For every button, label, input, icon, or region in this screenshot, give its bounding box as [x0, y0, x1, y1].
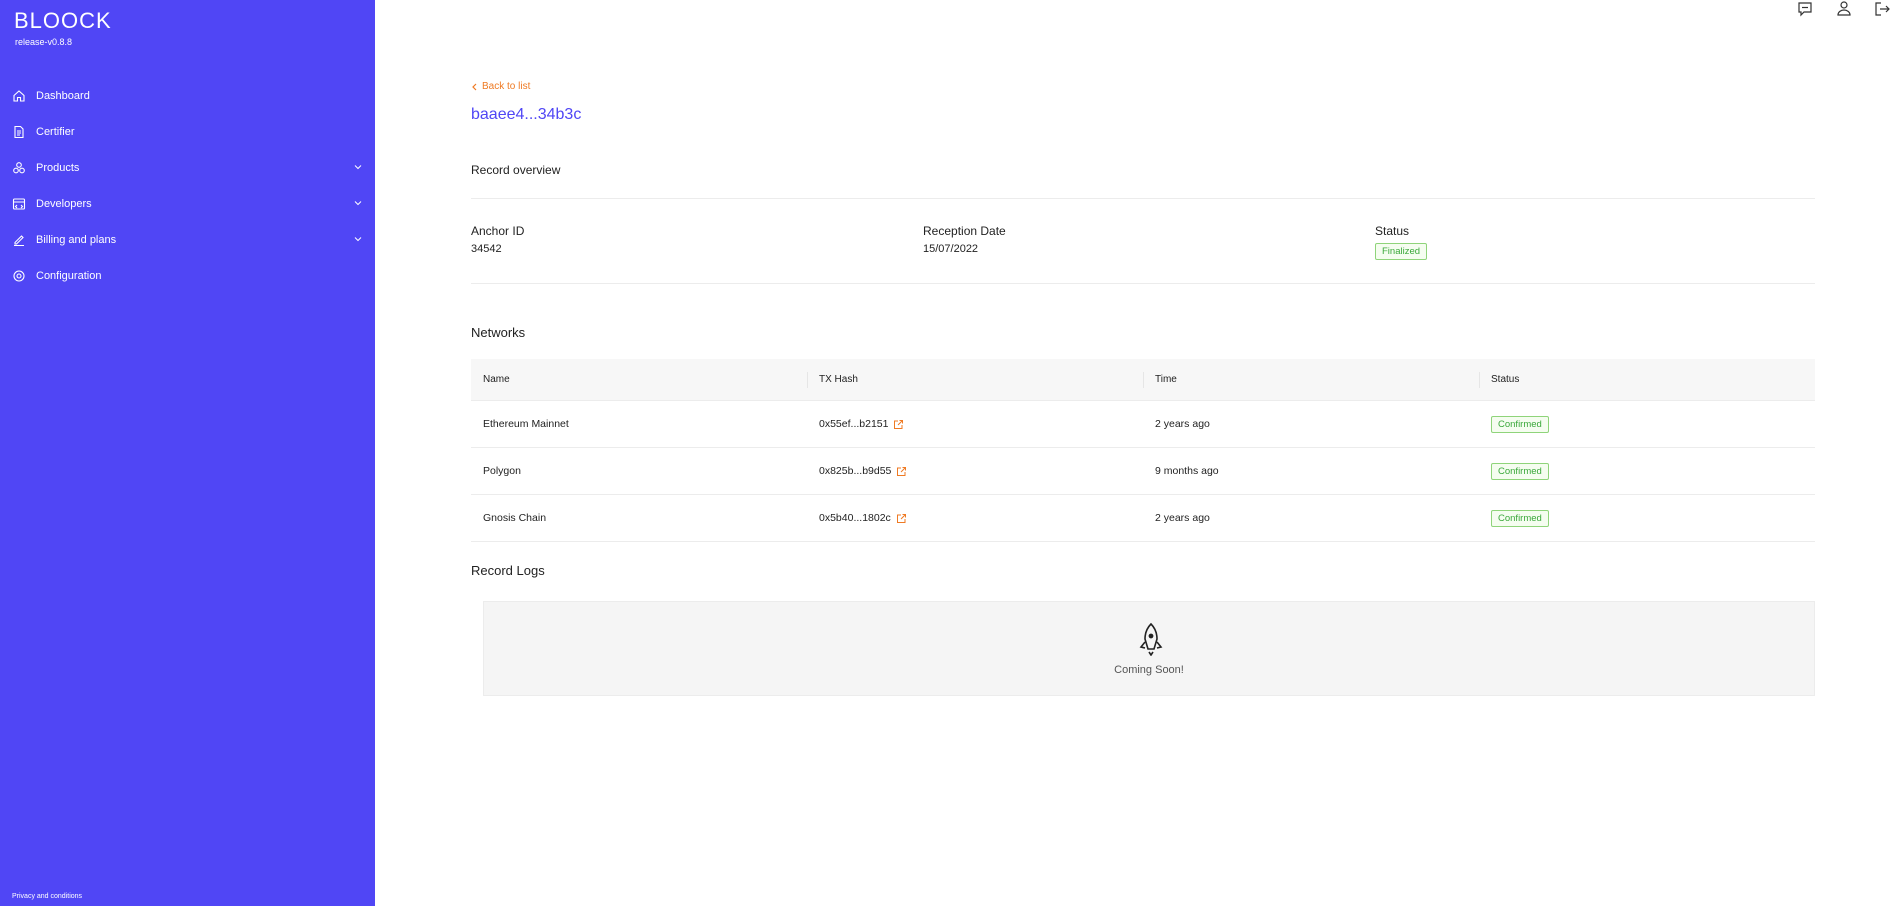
anchor-id-value: 34542: [471, 243, 502, 255]
column-header: TX Hash: [807, 372, 1143, 388]
chevron-down-icon[interactable]: [353, 198, 363, 208]
column-header: Status: [1479, 372, 1815, 388]
anchor-id-label: Anchor ID: [471, 224, 525, 238]
sidebar-item-developers[interactable]: Developers: [0, 186, 375, 222]
privacy-link[interactable]: Privacy and conditions: [12, 893, 82, 900]
network-name: Gnosis Chain: [483, 512, 547, 524]
tx-time: 2 years ago: [1155, 512, 1210, 524]
divider: [471, 283, 1815, 284]
sidebar-item-certifier[interactable]: Certifier: [0, 114, 375, 150]
reception-date-label: Reception Date: [923, 224, 1006, 238]
status-badge: Confirmed: [1491, 509, 1549, 527]
chat-icon[interactable]: [1796, 0, 1814, 18]
stack-icon: [12, 161, 26, 175]
status-badge: Finalized: [1375, 243, 1428, 260]
networks-heading: Networks: [471, 325, 526, 340]
status-badge: Confirmed: [1491, 415, 1549, 433]
table-row: Ethereum Mainnet 0x55ef...b2151 2 years …: [471, 401, 1815, 448]
chevron-down-icon[interactable]: [353, 162, 363, 172]
home-icon: [12, 89, 26, 103]
rocket-icon: [1139, 622, 1163, 656]
record-overview-heading: Record overview: [471, 163, 561, 177]
sidebar-item-configuration[interactable]: Configuration: [0, 258, 375, 294]
table-row: Gnosis Chain 0x5b40...1802c 2 years ago …: [471, 495, 1815, 542]
networks-table: Name TX Hash Time Status Ethereum Mainne…: [471, 359, 1815, 542]
table-header: Name TX Hash Time Status: [471, 359, 1815, 401]
user-icon[interactable]: [1835, 0, 1853, 18]
sidebar-item-products[interactable]: Products: [0, 150, 375, 186]
tx-time: 9 months ago: [1155, 465, 1219, 477]
tx-hash: 0x55ef...b2151: [819, 418, 889, 430]
document-icon: [12, 125, 26, 139]
record-logs-heading: Record Logs: [471, 563, 545, 578]
column-header: Time: [1143, 372, 1479, 388]
sidebar-nav: Dashboard Certifier Products Developers: [0, 78, 375, 294]
tx-time: 2 years ago: [1155, 418, 1210, 430]
external-link-icon[interactable]: [896, 513, 907, 524]
app-logo[interactable]: BLOOCK: [14, 10, 112, 32]
sidebar-item-label: Products: [36, 162, 80, 174]
tx-hash-cell: 0x5b40...1802c: [807, 512, 1143, 524]
status-field: Status Finalized: [1375, 224, 1428, 260]
code-icon: [12, 197, 26, 211]
coming-soon-text: Coming Soon!: [1114, 664, 1184, 676]
app-version: release-v0.8.8: [15, 37, 73, 47]
anchor-id-field: Anchor ID 34542: [471, 224, 524, 255]
table-row: Polygon 0x825b...b9d55 9 months ago Conf…: [471, 448, 1815, 495]
back-to-list-link[interactable]: Back to list: [471, 81, 530, 92]
sidebar-item-billing[interactable]: Billing and plans: [0, 222, 375, 258]
gear-icon: [12, 269, 26, 283]
network-name: Polygon: [483, 465, 521, 477]
column-header: Name: [483, 374, 510, 385]
divider: [471, 198, 1815, 199]
back-label: Back to list: [482, 81, 531, 92]
sidebar-item-label: Dashboard: [36, 90, 90, 102]
tx-status-cell: Confirmed: [1479, 415, 1815, 433]
sidebar: BLOOCK release-v0.8.8 Dashboard Certifie…: [0, 0, 375, 906]
external-link-icon[interactable]: [893, 419, 904, 430]
edit-icon: [12, 233, 26, 247]
tx-status-cell: Confirmed: [1479, 509, 1815, 527]
tx-hash-cell: 0x55ef...b2151: [807, 418, 1143, 430]
sidebar-item-label: Certifier: [36, 126, 75, 138]
brand: BLOOCK release-v0.8.8: [14, 10, 112, 48]
reception-date-field: Reception Date 15/07/2022: [923, 224, 1006, 255]
tx-hash: 0x5b40...1802c: [819, 512, 891, 524]
record-title: baaee4...34b3c: [471, 106, 582, 123]
reception-date-value: 15/07/2022: [923, 243, 979, 255]
sidebar-item-label: Billing and plans: [36, 234, 117, 246]
network-name: Ethereum Mainnet: [483, 418, 569, 430]
logout-icon[interactable]: [1873, 0, 1891, 18]
status-badge: Confirmed: [1491, 462, 1549, 480]
tx-hash: 0x825b...b9d55: [819, 465, 892, 477]
status-label: Status: [1375, 224, 1410, 238]
external-link-icon[interactable]: [896, 466, 907, 477]
tx-status-cell: Confirmed: [1479, 462, 1815, 480]
sidebar-item-label: Developers: [36, 198, 92, 210]
chevron-left-icon: [472, 83, 477, 90]
sidebar-item-label: Configuration: [36, 270, 102, 282]
tx-hash-cell: 0x825b...b9d55: [807, 465, 1143, 477]
record-logs-panel: Coming Soon!: [483, 601, 1815, 696]
chevron-down-icon[interactable]: [353, 234, 363, 244]
sidebar-item-dashboard[interactable]: Dashboard: [0, 78, 375, 114]
